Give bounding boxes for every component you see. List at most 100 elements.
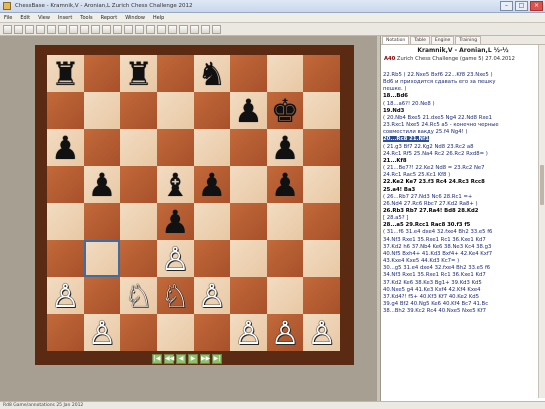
white-pawn-icon[interactable]: ♙ xyxy=(234,317,263,349)
notation-line[interactable]: 40.Nxe5 g4 41.Ke3 Kxf4 42.Kf4 Kxe4 xyxy=(383,287,480,293)
square-a7[interactable] xyxy=(47,92,84,129)
menu-report[interactable]: Report xyxy=(101,15,118,21)
square-f6[interactable] xyxy=(230,129,267,166)
black-bishop-icon[interactable]: ♝ xyxy=(161,169,190,201)
notation-line[interactable]: 24.Rc1 Rac5 25.Kc1 Kf8 ) xyxy=(383,172,450,178)
notation-line[interactable]: 40.Nf5 Bxh4+ 41.Kd3 Bxf4+ 42.Ke4 Kxf7 xyxy=(383,251,492,257)
notation-line[interactable]: 26.Rb3 Rb7 27.Ra4! Bd8 28.Kd2 xyxy=(383,208,479,214)
square-h6[interactable] xyxy=(303,129,340,166)
back-fast-button[interactable]: ◀◀ xyxy=(164,354,174,364)
notation-line[interactable]: 38...Bh2 39.Kc2 Rc4 40.Nxe5 Nxe5 Kf7 xyxy=(383,308,486,314)
notation-line[interactable]: 19.Nd3 xyxy=(383,108,404,114)
square-g3[interactable] xyxy=(266,240,304,277)
square-f4[interactable] xyxy=(230,203,267,240)
chess-board[interactable]: ♜ ♜ ♞ ♟ ♚ ♟ ♟ ♟ ♝ ♟ ♟ ♟ ♙ ♙ ♘ ♘ ♙ ♙ ♙ ♙ ♙ xyxy=(47,55,340,351)
tab-table[interactable]: Table xyxy=(410,36,430,44)
square-d8[interactable] xyxy=(156,55,194,92)
white-pawn-icon[interactable]: ♙ xyxy=(88,317,117,349)
menu-tools[interactable]: Tools xyxy=(80,15,92,21)
black-rook-icon[interactable]: ♜ xyxy=(51,58,80,90)
toolbar-button[interactable] xyxy=(80,24,89,34)
menu-window[interactable]: Window xyxy=(125,15,145,21)
tab-training[interactable]: Training xyxy=(455,36,482,44)
notation-line[interactable]: 39.g4 Bf2 40.Ng5 Ke6 40.Kf4 Bc7 41.Bc xyxy=(383,301,488,307)
square-c4[interactable] xyxy=(120,203,157,240)
white-pawn-icon[interactable]: ♙ xyxy=(197,280,226,312)
white-pawn-icon[interactable]: ♙ xyxy=(51,280,80,312)
notation-line[interactable]: ( 21...Be7?! 22.Ke2 Nd8 = 23.Rc2 Ne7 xyxy=(383,165,485,171)
notation-line[interactable]: 34.Nf3 Rxe1 35.Rxe1 Rc1 36.Kxe1 Kd7 xyxy=(383,237,486,243)
black-knight-icon[interactable]: ♞ xyxy=(197,58,226,90)
square-b3[interactable] xyxy=(83,240,121,277)
forward-fast-button[interactable]: ▶▶ xyxy=(200,354,210,364)
square-f1[interactable]: ♙ xyxy=(230,314,267,351)
toolbar-button[interactable] xyxy=(69,24,78,34)
toolbar-button[interactable] xyxy=(47,24,56,34)
square-a2[interactable]: ♙ xyxy=(47,277,84,314)
square-c6[interactable] xyxy=(120,129,157,166)
black-pawn-icon[interactable]: ♟ xyxy=(197,169,226,201)
square-b4[interactable] xyxy=(83,203,121,240)
toolbar-button[interactable] xyxy=(113,24,122,34)
notation-line[interactable]: 18...Bd6 xyxy=(383,93,408,99)
notation-scrollbar[interactable] xyxy=(538,45,545,398)
notation-line[interactable]: Bd6 и приходится сдавать его за пешку xyxy=(383,79,496,85)
square-c7[interactable] xyxy=(120,92,157,129)
next-move-button[interactable]: ▶ xyxy=(188,354,198,364)
toolbar-button[interactable] xyxy=(157,24,166,34)
notation-line[interactable]: 22.Rb5 ( 22.Nxe5 Bxf6 22...Kf8 23.Nxe5 ) xyxy=(383,72,493,78)
black-rook-icon[interactable]: ♜ xyxy=(124,58,153,90)
notation-line[interactable]: пешке. ) xyxy=(383,86,406,92)
square-g7[interactable]: ♚ xyxy=(266,92,304,129)
menu-edit[interactable]: Edit xyxy=(20,15,30,21)
maximize-button[interactable]: □ xyxy=(515,1,528,11)
square-f3[interactable] xyxy=(230,240,267,277)
toolbar-button[interactable] xyxy=(190,24,199,34)
square-c3[interactable] xyxy=(120,240,157,277)
first-move-button[interactable]: |◀ xyxy=(152,354,162,364)
square-c1[interactable] xyxy=(120,314,157,351)
white-knight-icon[interactable]: ♘ xyxy=(124,280,153,312)
square-f7[interactable]: ♟ xyxy=(230,92,267,129)
toolbar-button[interactable] xyxy=(25,24,34,34)
notation-line[interactable]: 37.Kd4?! f5+ 40.Kf3 Kf7 40.Ke2 Kd5 xyxy=(383,294,479,300)
menu-insert[interactable]: Insert xyxy=(58,15,72,21)
toolbar-button[interactable] xyxy=(91,24,100,34)
white-pawn-icon[interactable]: ♙ xyxy=(307,317,336,349)
square-a8[interactable]: ♜ xyxy=(47,55,84,92)
square-d1[interactable] xyxy=(156,314,194,351)
notation-line[interactable]: [ 28.a5? ] xyxy=(383,215,408,221)
black-pawn-icon[interactable]: ♟ xyxy=(271,169,300,201)
square-h3[interactable] xyxy=(303,240,340,277)
square-b5[interactable]: ♟ xyxy=(83,166,121,203)
square-d4[interactable]: ♟ xyxy=(156,203,194,240)
notation-line[interactable]: 26.Nd4 27.Rc6 Rbc7 27.Kd2 Ra8+ ) xyxy=(383,201,478,207)
tab-notation[interactable]: Notation xyxy=(382,36,410,44)
menu-help[interactable]: Help xyxy=(153,15,164,21)
minimize-button[interactable]: – xyxy=(500,1,513,11)
square-c8[interactable]: ♜ xyxy=(120,55,157,92)
square-e3[interactable] xyxy=(193,240,231,277)
toolbar-button[interactable] xyxy=(179,24,188,34)
square-e1[interactable] xyxy=(193,314,231,351)
square-a4[interactable] xyxy=(47,203,84,240)
square-h2[interactable] xyxy=(303,277,340,314)
square-a6[interactable]: ♟ xyxy=(47,129,84,166)
toolbar-button[interactable] xyxy=(135,24,144,34)
prev-move-button[interactable]: ◀ xyxy=(176,354,186,364)
square-a3[interactable] xyxy=(47,240,84,277)
white-pawn-icon[interactable]: ♙ xyxy=(271,317,300,349)
current-move[interactable]: 20...Rc8 21.Nf1 xyxy=(383,136,429,143)
menu-file[interactable]: File xyxy=(4,15,12,21)
notation-text[interactable]: 22.Rb5 ( 22.Nxe5 Bxf6 22...Kf8 23.Nxe5 )… xyxy=(383,72,537,398)
square-d6[interactable] xyxy=(156,129,194,166)
toolbar-button[interactable] xyxy=(146,24,155,34)
notation-line[interactable]: 37.Kd2 h6 37.Nb4 Ke6 38.Ne3 Kc4 38.g3 xyxy=(383,244,491,250)
square-d5[interactable]: ♝ xyxy=(156,166,194,203)
square-b8[interactable] xyxy=(83,55,121,92)
black-pawn-icon[interactable]: ♟ xyxy=(88,169,117,201)
square-c5[interactable] xyxy=(120,166,157,203)
notation-line[interactable]: 37.Kd2 Ke6 38.Ke3 Bg1+ 39.Kd3 Kd5 xyxy=(383,280,482,286)
square-f5[interactable] xyxy=(230,166,267,203)
square-f2[interactable] xyxy=(230,277,267,314)
